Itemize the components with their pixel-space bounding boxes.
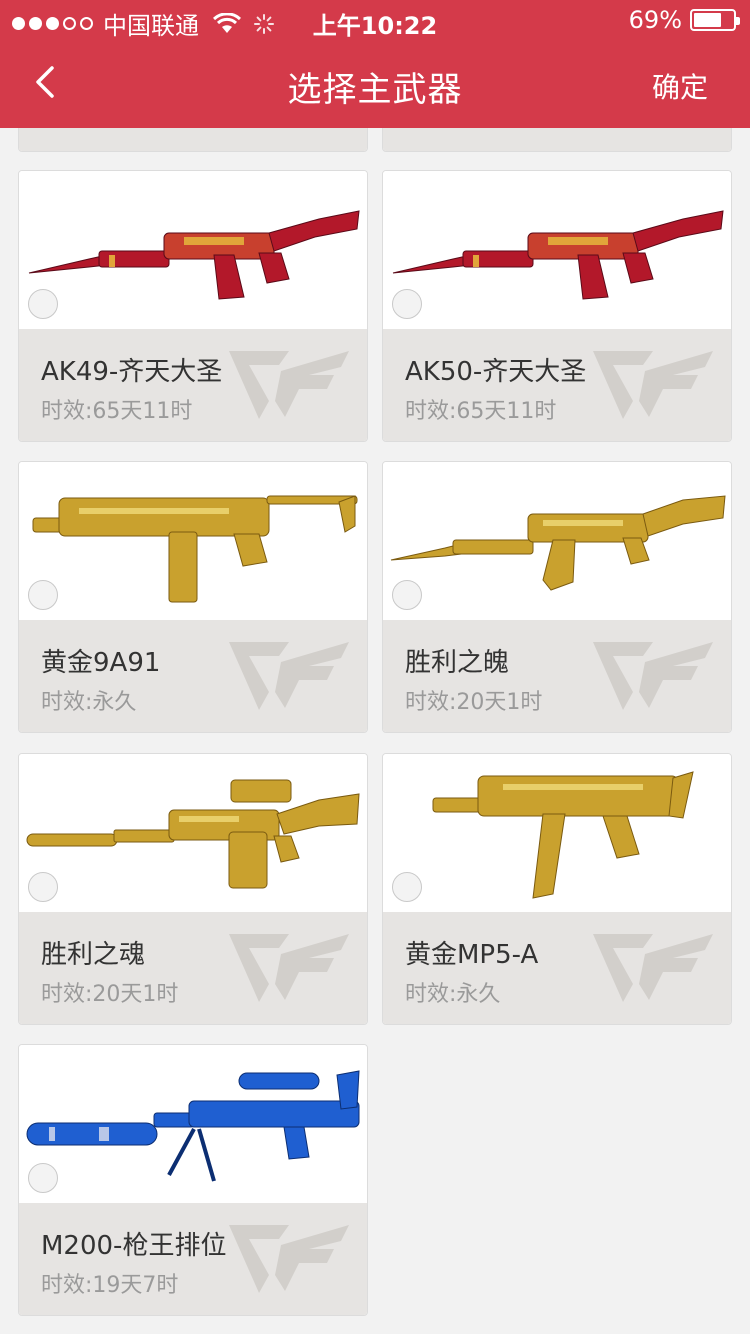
cf-logo-watermark-icon — [229, 351, 349, 419]
cf-logo-watermark-icon — [229, 1225, 349, 1293]
weapon-info: 胜利之魂 时效:20天1时 — [19, 912, 367, 1024]
cf-logo-watermark-icon — [229, 642, 349, 710]
select-radio[interactable] — [392, 580, 422, 610]
weapon-card[interactable]: AK49-齐天大圣 时效:65天11时 — [18, 170, 368, 442]
battery-percent: 69% — [628, 6, 682, 34]
weapon-image — [383, 462, 731, 620]
weapon-grid: AK49-齐天大圣 时效:65天11时 AK50-齐天大圣 时效:65天11时 … — [0, 0, 750, 1334]
sniper-blue-icon — [26, 1070, 360, 1182]
battery-icon — [690, 9, 740, 31]
weapon-info: AK49-齐天大圣 时效:65天11时 — [19, 329, 367, 441]
nav-bar: 选择主武器 确定 — [0, 40, 750, 128]
weapon-name: 胜利之魂 — [41, 940, 146, 970]
weapon-image — [19, 171, 367, 329]
page-title: 选择主武器 — [287, 70, 463, 110]
weapon-select-screen: AK49-齐天大圣 时效:65天11时 AK50-齐天大圣 时效:65天11时 … — [0, 0, 750, 1334]
select-radio[interactable] — [392, 289, 422, 319]
status-bar: 中国联通 上午10:22 69% — [0, 0, 750, 40]
weapon-image — [19, 754, 367, 912]
weapon-card[interactable]: 黄金MP5-A 时效:永久 — [382, 753, 732, 1025]
weapon-info: M200-枪王排位 时效:19天7时 — [19, 1203, 367, 1315]
cf-logo-watermark-icon — [593, 642, 713, 710]
weapon-name: 黄金9A91 — [41, 648, 161, 678]
weapon-duration: 时效:65天11时 — [41, 399, 193, 424]
weapon-duration: 时效:20天1时 — [405, 690, 543, 715]
smg-gold-icon — [432, 771, 694, 899]
smg-gold-icon — [32, 495, 358, 603]
cf-logo-watermark-icon — [593, 351, 713, 419]
weapon-card[interactable]: 胜利之魄 时效:20天1时 — [382, 461, 732, 733]
weapon-image — [383, 171, 731, 329]
confirm-button[interactable]: 确定 — [652, 66, 708, 106]
select-radio[interactable] — [28, 289, 58, 319]
select-radio[interactable] — [28, 580, 58, 610]
weapon-duration: 时效:20天1时 — [41, 982, 179, 1007]
weapon-duration: 时效:65天11时 — [405, 399, 557, 424]
carbine-gold-icon — [26, 779, 360, 889]
rifle-red-icon — [392, 210, 724, 300]
select-radio[interactable] — [28, 872, 58, 902]
cf-logo-watermark-icon — [593, 934, 713, 1002]
weapon-duration: 时效:19天7时 — [41, 1273, 179, 1298]
weapon-card[interactable]: 黄金9A91 时效:永久 — [18, 461, 368, 733]
weapon-card[interactable]: M200-枪王排位 时效:19天7时 — [18, 1044, 368, 1316]
weapon-info: 黄金9A91 时效:永久 — [19, 620, 367, 732]
weapon-info: AK50-齐天大圣 时效:65天11时 — [383, 329, 731, 441]
select-radio[interactable] — [28, 1163, 58, 1193]
weapon-info: 胜利之魄 时效:20天1时 — [383, 620, 731, 732]
weapon-image — [19, 462, 367, 620]
weapon-duration: 时效:永久 — [405, 982, 501, 1007]
rifle-gold-icon — [390, 495, 726, 591]
weapon-name: 胜利之魄 — [405, 648, 510, 678]
weapon-name: AK50-齐天大圣 — [405, 357, 587, 387]
select-radio[interactable] — [392, 872, 422, 902]
weapon-duration: 时效:永久 — [41, 690, 137, 715]
weapon-image — [19, 1045, 367, 1203]
weapon-card[interactable]: 胜利之魂 时效:20天1时 — [18, 753, 368, 1025]
weapon-card[interactable]: AK50-齐天大圣 时效:65天11时 — [382, 170, 732, 442]
weapon-name: 黄金MP5-A — [405, 940, 539, 970]
top-bar: 中国联通 上午10:22 69% 选择主武器 确定 — [0, 0, 750, 128]
rifle-red-icon — [28, 210, 360, 300]
cf-logo-watermark-icon — [229, 934, 349, 1002]
weapon-info: 黄金MP5-A 时效:永久 — [383, 912, 731, 1024]
weapon-name: M200-枪王排位 — [41, 1231, 227, 1261]
weapon-name: AK49-齐天大圣 — [41, 357, 223, 387]
weapon-image — [383, 754, 731, 912]
